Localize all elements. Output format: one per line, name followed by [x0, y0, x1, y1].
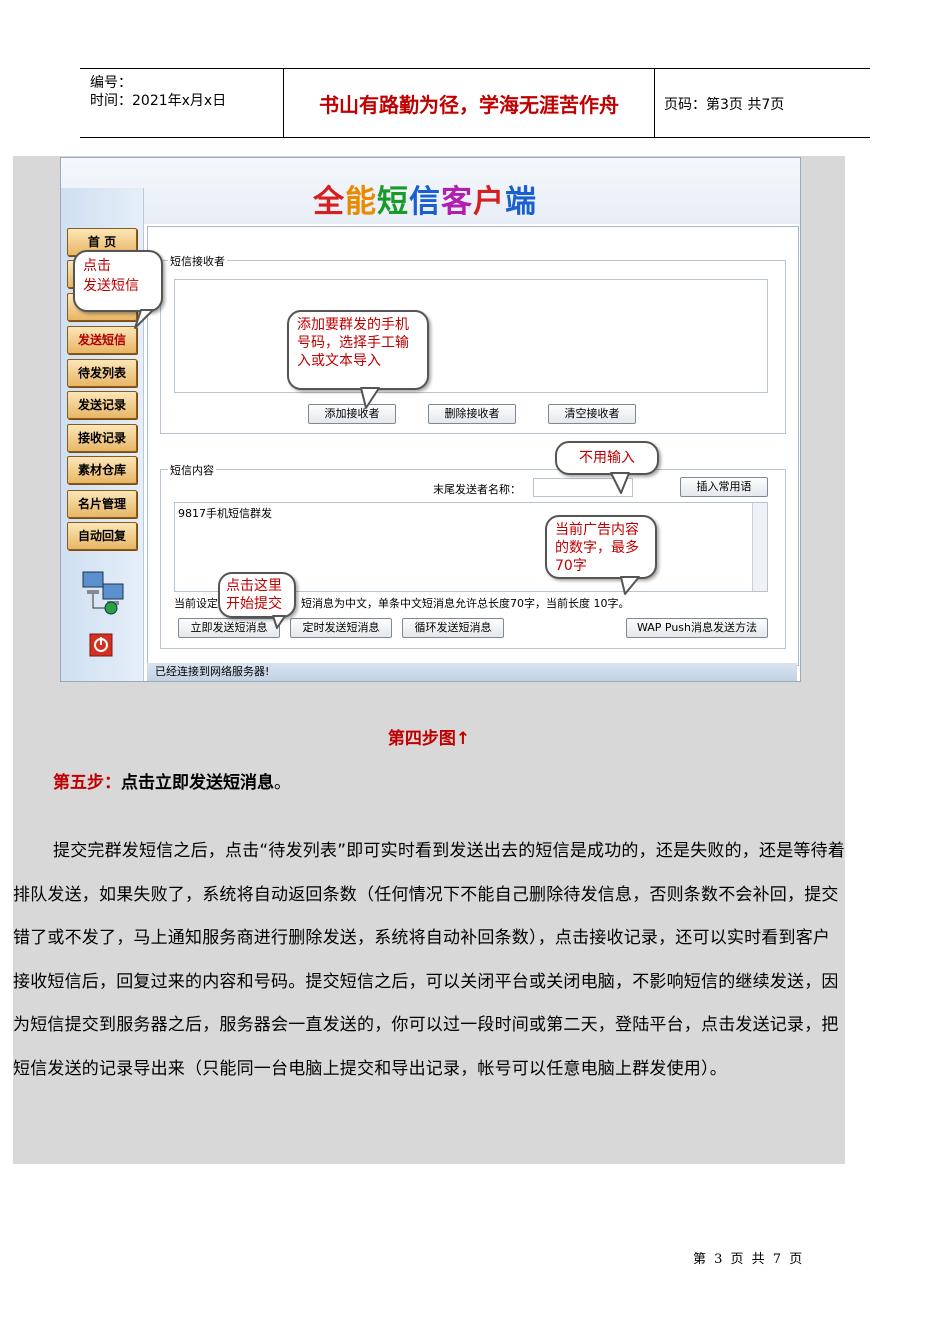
figure-caption: 第四步图↑ — [387, 729, 471, 749]
time-label: 时间：2021年x月x日 — [90, 93, 227, 109]
header-right-cell: 页码：第3页 共7页 — [654, 69, 870, 137]
number-label: 编号： — [90, 75, 132, 91]
step-end: 。 — [274, 773, 291, 793]
step-heading: 第五步：点击立即发送短消息。 — [53, 768, 291, 793]
app-screenshot: 全能短信客户端 首 页 发送短信 待发列表 发送记录 接收记录 素材仓库 名片管… — [60, 157, 801, 682]
page-header: 编号： 时间：2021年x月x日 书山有路勤为径，学海无涯苦作舟 页码：第3页 … — [80, 68, 870, 138]
step-text: 点击立即发送短消息 — [121, 773, 274, 793]
body-paragraph: 提交完群发短信之后，点击“待发列表”即可实时看到发送出去的短信是成功的，还是失败… — [13, 841, 846, 1079]
header-left-cell: 编号： 时间：2021年x月x日 — [80, 69, 283, 137]
step-label: 第五步： — [53, 773, 121, 793]
header-middle-cell: 书山有路勤为径，学海无涯苦作舟 — [283, 69, 655, 137]
page-footer: 第 3 页 共 7 页 — [693, 1252, 805, 1267]
header-motto: 书山有路勤为径，学海无涯苦作舟 — [319, 93, 619, 117]
callout-tails — [134, 309, 640, 629]
header-page-info: 页码：第3页 共7页 — [664, 97, 785, 113]
